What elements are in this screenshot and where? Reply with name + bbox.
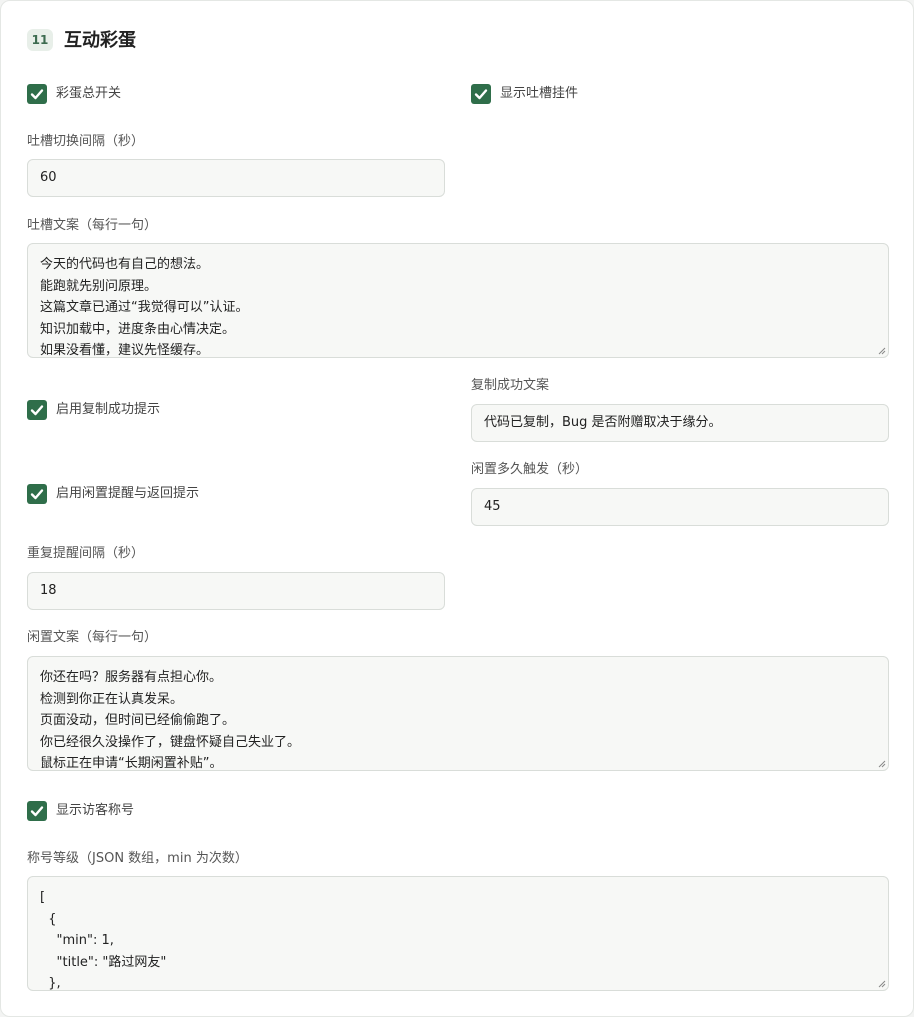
visitor-title-checkbox[interactable]: [27, 801, 47, 821]
levels-label: 称号等级（JSON 数组，min 为次数）: [27, 851, 248, 866]
idle-tip-checkbox[interactable]: [27, 484, 47, 504]
repeat-interval-input[interactable]: 18: [27, 572, 445, 610]
textarea-line: 你还在吗？服务器有点担心你。: [40, 670, 223, 685]
textarea-line: },: [40, 976, 61, 991]
textarea-line: 页面没动，但时间已经偷偷跑了。: [40, 713, 236, 728]
resize-grip-icon[interactable]: [878, 760, 886, 768]
checkmark-icon: [30, 806, 44, 817]
quip-interval-input[interactable]: 60: [27, 159, 445, 197]
show-widget-checkbox[interactable]: [471, 84, 491, 104]
textarea-line: 鼠标正在申请“长期闲置补贴”。: [40, 756, 223, 771]
quip-text-label: 吐槽文案（每行一句）: [27, 218, 158, 233]
textarea-line: [: [40, 890, 46, 905]
show-widget-label: 显示吐槽挂件: [500, 86, 579, 101]
repeat-interval-label: 重复提醒间隔（秒）: [27, 546, 145, 561]
idle-delay-label: 闲置多久触发（秒）: [471, 462, 589, 477]
textarea-line: "title": "路过网友": [40, 954, 167, 970]
textarea-line: 这篇文章已通过“我觉得可以”认证。: [40, 300, 249, 315]
copy-tip-checkbox[interactable]: [27, 400, 47, 420]
master-toggle-label: 彩蛋总开关: [56, 86, 122, 101]
resize-grip-icon[interactable]: [878, 347, 886, 355]
idle-delay-input[interactable]: 45: [471, 488, 889, 526]
copy-text-label: 复制成功文案: [471, 378, 550, 393]
section-title: 互动彩蛋: [64, 30, 136, 51]
textarea-line: 能跑就先别问原理。: [40, 278, 158, 294]
settings-card: 11 互动彩蛋 彩蛋总开关 显示吐槽挂件 吐槽切换间隔（秒） 60 吐槽文案（每…: [0, 0, 914, 1017]
master-toggle-checkbox[interactable]: [27, 84, 47, 104]
quip-text-textarea[interactable]: 今天的代码也有自己的想法。 能跑就先别问原理。 这篇文章已通过“我觉得可以”认证…: [27, 243, 889, 358]
textarea-line: 你已经很久没操作了，键盘怀疑自己失业了。: [40, 734, 301, 750]
copy-tip-label: 启用复制成功提示: [56, 402, 161, 417]
levels-textarea[interactable]: [ { "min": 1, "title": "路过网友" },: [27, 876, 889, 991]
section-number-badge: 11: [27, 29, 53, 51]
textarea-line: "min": 1,: [40, 933, 114, 948]
textarea-line: 知识加载中，进度条由心情决定。: [40, 321, 236, 337]
textarea-line: {: [40, 911, 57, 927]
idle-text-label: 闲置文案（每行一句）: [27, 630, 158, 645]
visitor-title-label: 显示访客称号: [56, 803, 135, 818]
copy-text-input[interactable]: 代码已复制，Bug 是否附赠取决于缘分。: [471, 404, 889, 442]
checkmark-icon: [474, 89, 488, 100]
textarea-line: 今天的代码也有自己的想法。: [40, 257, 210, 272]
resize-grip-icon[interactable]: [878, 980, 886, 988]
textarea-line: 检测到你正在认真发呆。: [40, 691, 184, 707]
checkmark-icon: [30, 405, 44, 416]
textarea-line: 如果没看懂，建议先怪缓存。: [40, 343, 210, 358]
checkmark-icon: [30, 489, 44, 500]
idle-tip-label: 启用闲置提醒与返回提示: [56, 486, 200, 501]
checkmark-icon: [30, 89, 44, 100]
idle-text-textarea[interactable]: 你还在吗？服务器有点担心你。 检测到你正在认真发呆。 页面没动，但时间已经偷偷跑…: [27, 656, 889, 771]
quip-interval-label: 吐槽切换间隔（秒）: [27, 134, 145, 149]
